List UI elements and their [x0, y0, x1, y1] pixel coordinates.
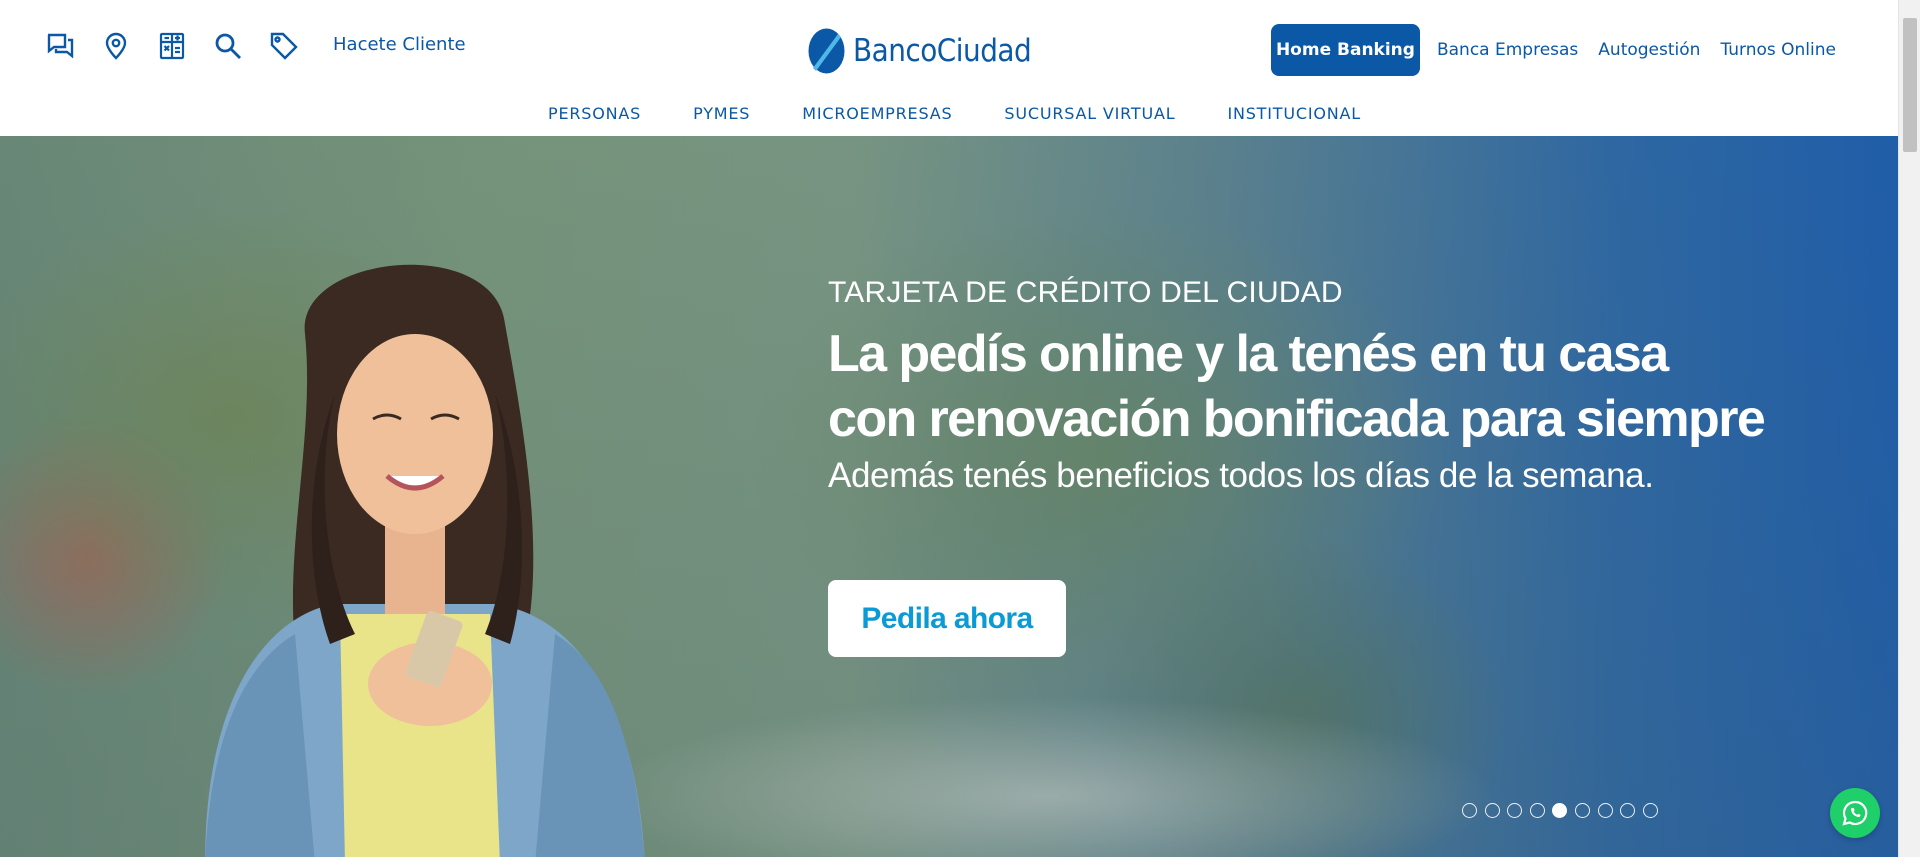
home-banking-button[interactable]: Home Banking — [1270, 24, 1420, 76]
hero-headline: La pedís online y la tenés en tu casa co… — [828, 322, 1766, 452]
nav-item-microempresas[interactable]: MICROEMPRESAS — [802, 104, 952, 123]
main-nav: PERSONAS PYMES MICROEMPRESAS SUCURSAL VI… — [548, 104, 1361, 123]
carousel-dot-6[interactable] — [1574, 803, 1590, 818]
whatsapp-button[interactable] — [1830, 788, 1880, 838]
hero-background-path — [600, 696, 1500, 857]
carousel-dot-4[interactable] — [1529, 803, 1545, 818]
banca-empresas-link[interactable]: Banca Empresas — [1437, 40, 1578, 60]
carousel-dot-8[interactable] — [1620, 803, 1636, 818]
whatsapp-icon — [1842, 800, 1868, 826]
carousel-dot-1[interactable] — [1462, 803, 1477, 818]
hero-headline-line-1: La pedís online y la tenés en tu casa — [828, 325, 1669, 383]
autogestion-link[interactable]: Autogestión — [1598, 40, 1700, 60]
tag-icon[interactable] — [268, 30, 300, 62]
carousel-dot-3[interactable] — [1507, 803, 1523, 818]
carousel-dot-5[interactable] — [1552, 803, 1568, 818]
location-icon[interactable] — [100, 30, 132, 62]
hero-subheadline: Además tenés beneficios todos los días d… — [828, 456, 1654, 495]
top-links: Home Banking Banca Empresas Autogestión … — [1270, 24, 1836, 76]
scrollbar-thumb[interactable] — [1903, 18, 1917, 152]
utility-icon-bar — [44, 30, 324, 62]
hero-eyebrow: TARJETA DE CRÉDITO DEL CIUDAD — [828, 276, 1343, 309]
carousel-dot-2[interactable] — [1484, 803, 1500, 818]
search-icon[interactable] — [212, 30, 244, 62]
hero-headline-line-2: con renovación bonificada para siempre — [828, 390, 1766, 448]
nav-item-institucional[interactable]: INSTITUCIONAL — [1227, 104, 1361, 123]
logo-mark-icon — [808, 28, 845, 74]
nav-item-personas[interactable]: PERSONAS — [548, 104, 641, 123]
hero-banner: TARJETA DE CRÉDITO DEL CIUDAD La pedís o… — [0, 136, 1898, 857]
calculator-icon[interactable] — [156, 30, 188, 62]
bancociudad-logo[interactable]: BancoCiudad — [808, 28, 1032, 74]
carousel-dot-9[interactable] — [1642, 803, 1658, 818]
pedila-ahora-button[interactable]: Pedila ahora — [828, 580, 1066, 657]
carousel-dot-7[interactable] — [1597, 803, 1613, 818]
logo-text: BancoCiudad — [853, 33, 1032, 69]
page-scrollbar[interactable] — [1898, 0, 1920, 857]
hero-woman-illustration — [205, 264, 645, 857]
chat-icon[interactable] — [44, 30, 76, 62]
carousel-dots — [1462, 803, 1665, 818]
turnos-online-link[interactable]: Turnos Online — [1720, 40, 1836, 60]
hacete-cliente-link[interactable]: Hacete Cliente — [333, 34, 466, 55]
nav-item-sucursal-virtual[interactable]: SUCURSAL VIRTUAL — [1004, 104, 1175, 123]
hero-text-block: TARJETA DE CRÉDITO DEL CIUDAD La pedís o… — [828, 276, 1766, 496]
site-header: Hacete Cliente BancoCiudad Home Banking … — [0, 0, 1898, 136]
nav-item-pymes[interactable]: PYMES — [693, 104, 750, 123]
